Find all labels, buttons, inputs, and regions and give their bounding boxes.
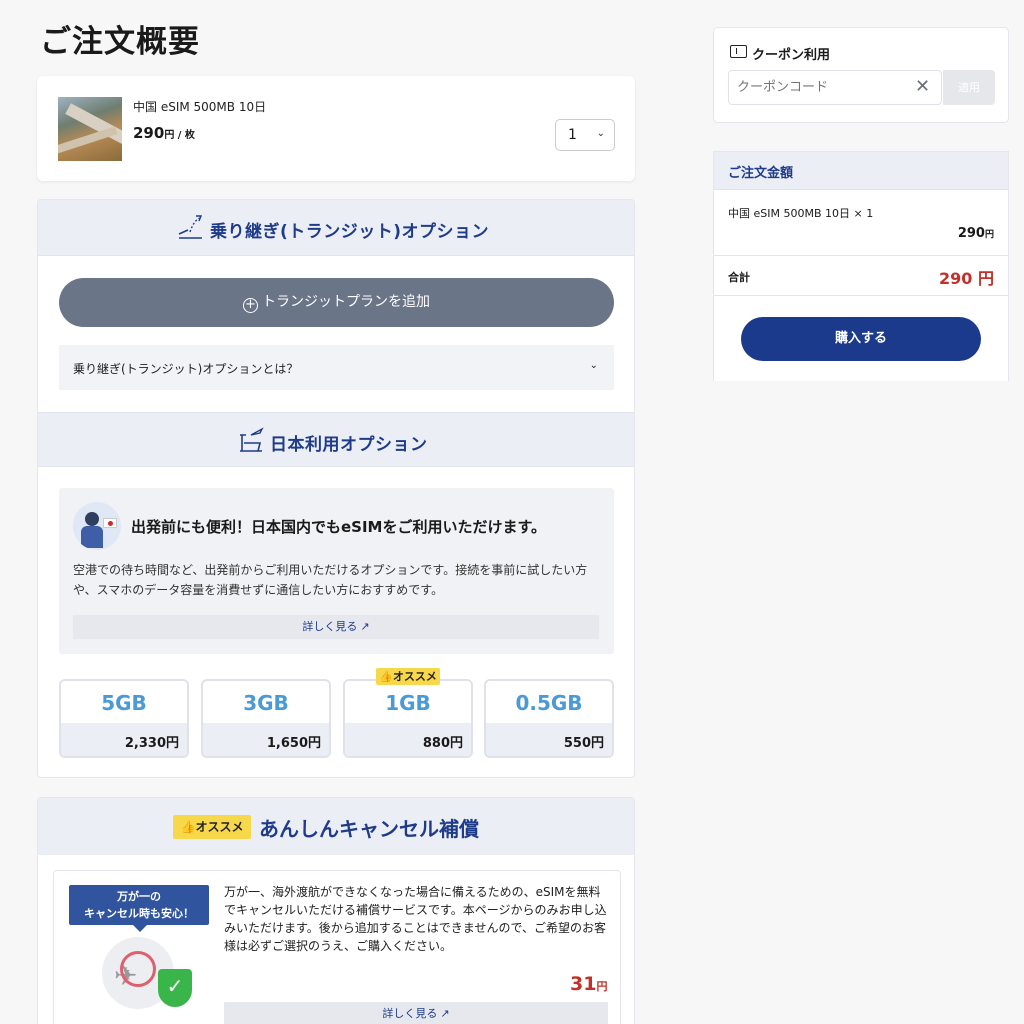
- cancel-title: あんしんキャンセル補償: [259, 817, 479, 841]
- summary-title: ご注文金額: [728, 166, 794, 181]
- traveler-illustration: [73, 502, 121, 550]
- chevron-down-icon: ⌄: [589, 360, 598, 371]
- summary-line-item: 中国 eSIM 500MB 10日 × 1 290円: [714, 189, 1008, 256]
- japan-details-link[interactable]: 詳しく見る ↗: [73, 615, 599, 639]
- transit-faq-accordion[interactable]: 乗り継ぎ(トランジット)オプションとは？ ⌄: [59, 345, 614, 390]
- chevron-down-icon: ⌄: [596, 128, 605, 139]
- japan-description: 空港での待ち時間など、出発前からご利用いただけるオプションです。接続を事前に試し…: [73, 563, 588, 597]
- japan-title: 日本利用オプション: [270, 435, 428, 455]
- cancel-insurance-card[interactable]: 万が一の キャンセル時も安心！ ✈ ✓ 万が一、海外渡航ができなくなった場合に備…: [53, 870, 621, 1024]
- plan-option-0-5gb[interactable]: 0.5GB 550円: [484, 679, 614, 758]
- transit-header: 乗り継ぎ(トランジット)オプション: [38, 200, 634, 256]
- recommend-badge: 👍オススメ: [173, 815, 251, 839]
- japan-header: 日本利用オプション: [38, 412, 634, 467]
- transit-title: 乗り継ぎ(トランジット)オプション: [210, 222, 490, 242]
- transit-icon: [178, 215, 203, 239]
- plan-option-1gb[interactable]: 1GB 880円: [343, 679, 473, 758]
- external-link-icon: ↗: [440, 1007, 450, 1020]
- coupon-code-input[interactable]: [728, 70, 942, 105]
- recommend-badge: 👍オススメ: [376, 668, 440, 685]
- product-card: 中国 eSIM 500MB 10日 290円 / 枚 1 ⌄: [37, 76, 635, 181]
- plus-circle-icon: +: [243, 298, 258, 313]
- cancel-description: 万が一、海外渡航ができなくなった場合に備えるための、eSIMを無料でキャンセルい…: [224, 885, 607, 953]
- quantity-select[interactable]: 1 ⌄: [555, 119, 615, 151]
- options-panel: 乗り継ぎ(トランジット)オプション + トランジットプランを追加 乗り継ぎ(トラン…: [37, 199, 635, 778]
- external-link-icon: ↗: [360, 620, 370, 633]
- japan-heading: 出発前にも便利！日本国内でもeSIMをご利用いただけます。: [131, 518, 546, 536]
- plan-option-3gb[interactable]: 3GB 1,650円: [201, 679, 331, 758]
- add-transit-plan-button[interactable]: + トランジットプランを追加: [59, 278, 614, 327]
- japan-airport-icon: [240, 427, 264, 452]
- product-price: 290円 / 枚: [133, 124, 195, 142]
- cancel-insurance-panel: 👍オススメ あんしんキャンセル補償 万が一の キャンセル時も安心！ ✈ ✓ 万が…: [37, 797, 635, 1024]
- thumbs-up-icon: 👍: [379, 670, 393, 683]
- cancel-header: 👍オススメ あんしんキャンセル補償: [38, 798, 634, 855]
- thumbs-up-icon: 👍: [180, 820, 196, 834]
- page-title: ご注文概要: [40, 24, 200, 60]
- apply-coupon-button[interactable]: 適用: [943, 70, 995, 105]
- coupon-card: クーポン利用 ✕ 適用: [713, 27, 1009, 123]
- plan-option-5gb[interactable]: 5GB 2,330円: [59, 679, 189, 758]
- coupon-title: クーポン利用: [752, 48, 831, 63]
- cancel-illustration: ✈ ✓: [102, 937, 192, 1009]
- product-thumbnail: [58, 97, 122, 161]
- cancel-price: 31円: [570, 973, 608, 995]
- cancel-banner: 万が一の キャンセル時も安心！: [69, 885, 209, 932]
- ticket-icon: [730, 45, 747, 58]
- summary-total: 合計 290 円: [714, 256, 1008, 296]
- product-name: 中国 eSIM 500MB 10日: [133, 100, 267, 114]
- cancel-details-link[interactable]: 詳しく見る ↗: [224, 1002, 608, 1024]
- close-icon[interactable]: ✕: [915, 76, 930, 97]
- check-shield-icon: ✓: [158, 969, 192, 1007]
- order-summary: ご注文金額 中国 eSIM 500MB 10日 × 1 290円 合計 290 …: [713, 151, 1009, 381]
- purchase-button[interactable]: 購入する: [741, 317, 981, 361]
- japan-info-box: 出発前にも便利！日本国内でもeSIMをご利用いただけます。 空港での待ち時間など…: [59, 488, 614, 654]
